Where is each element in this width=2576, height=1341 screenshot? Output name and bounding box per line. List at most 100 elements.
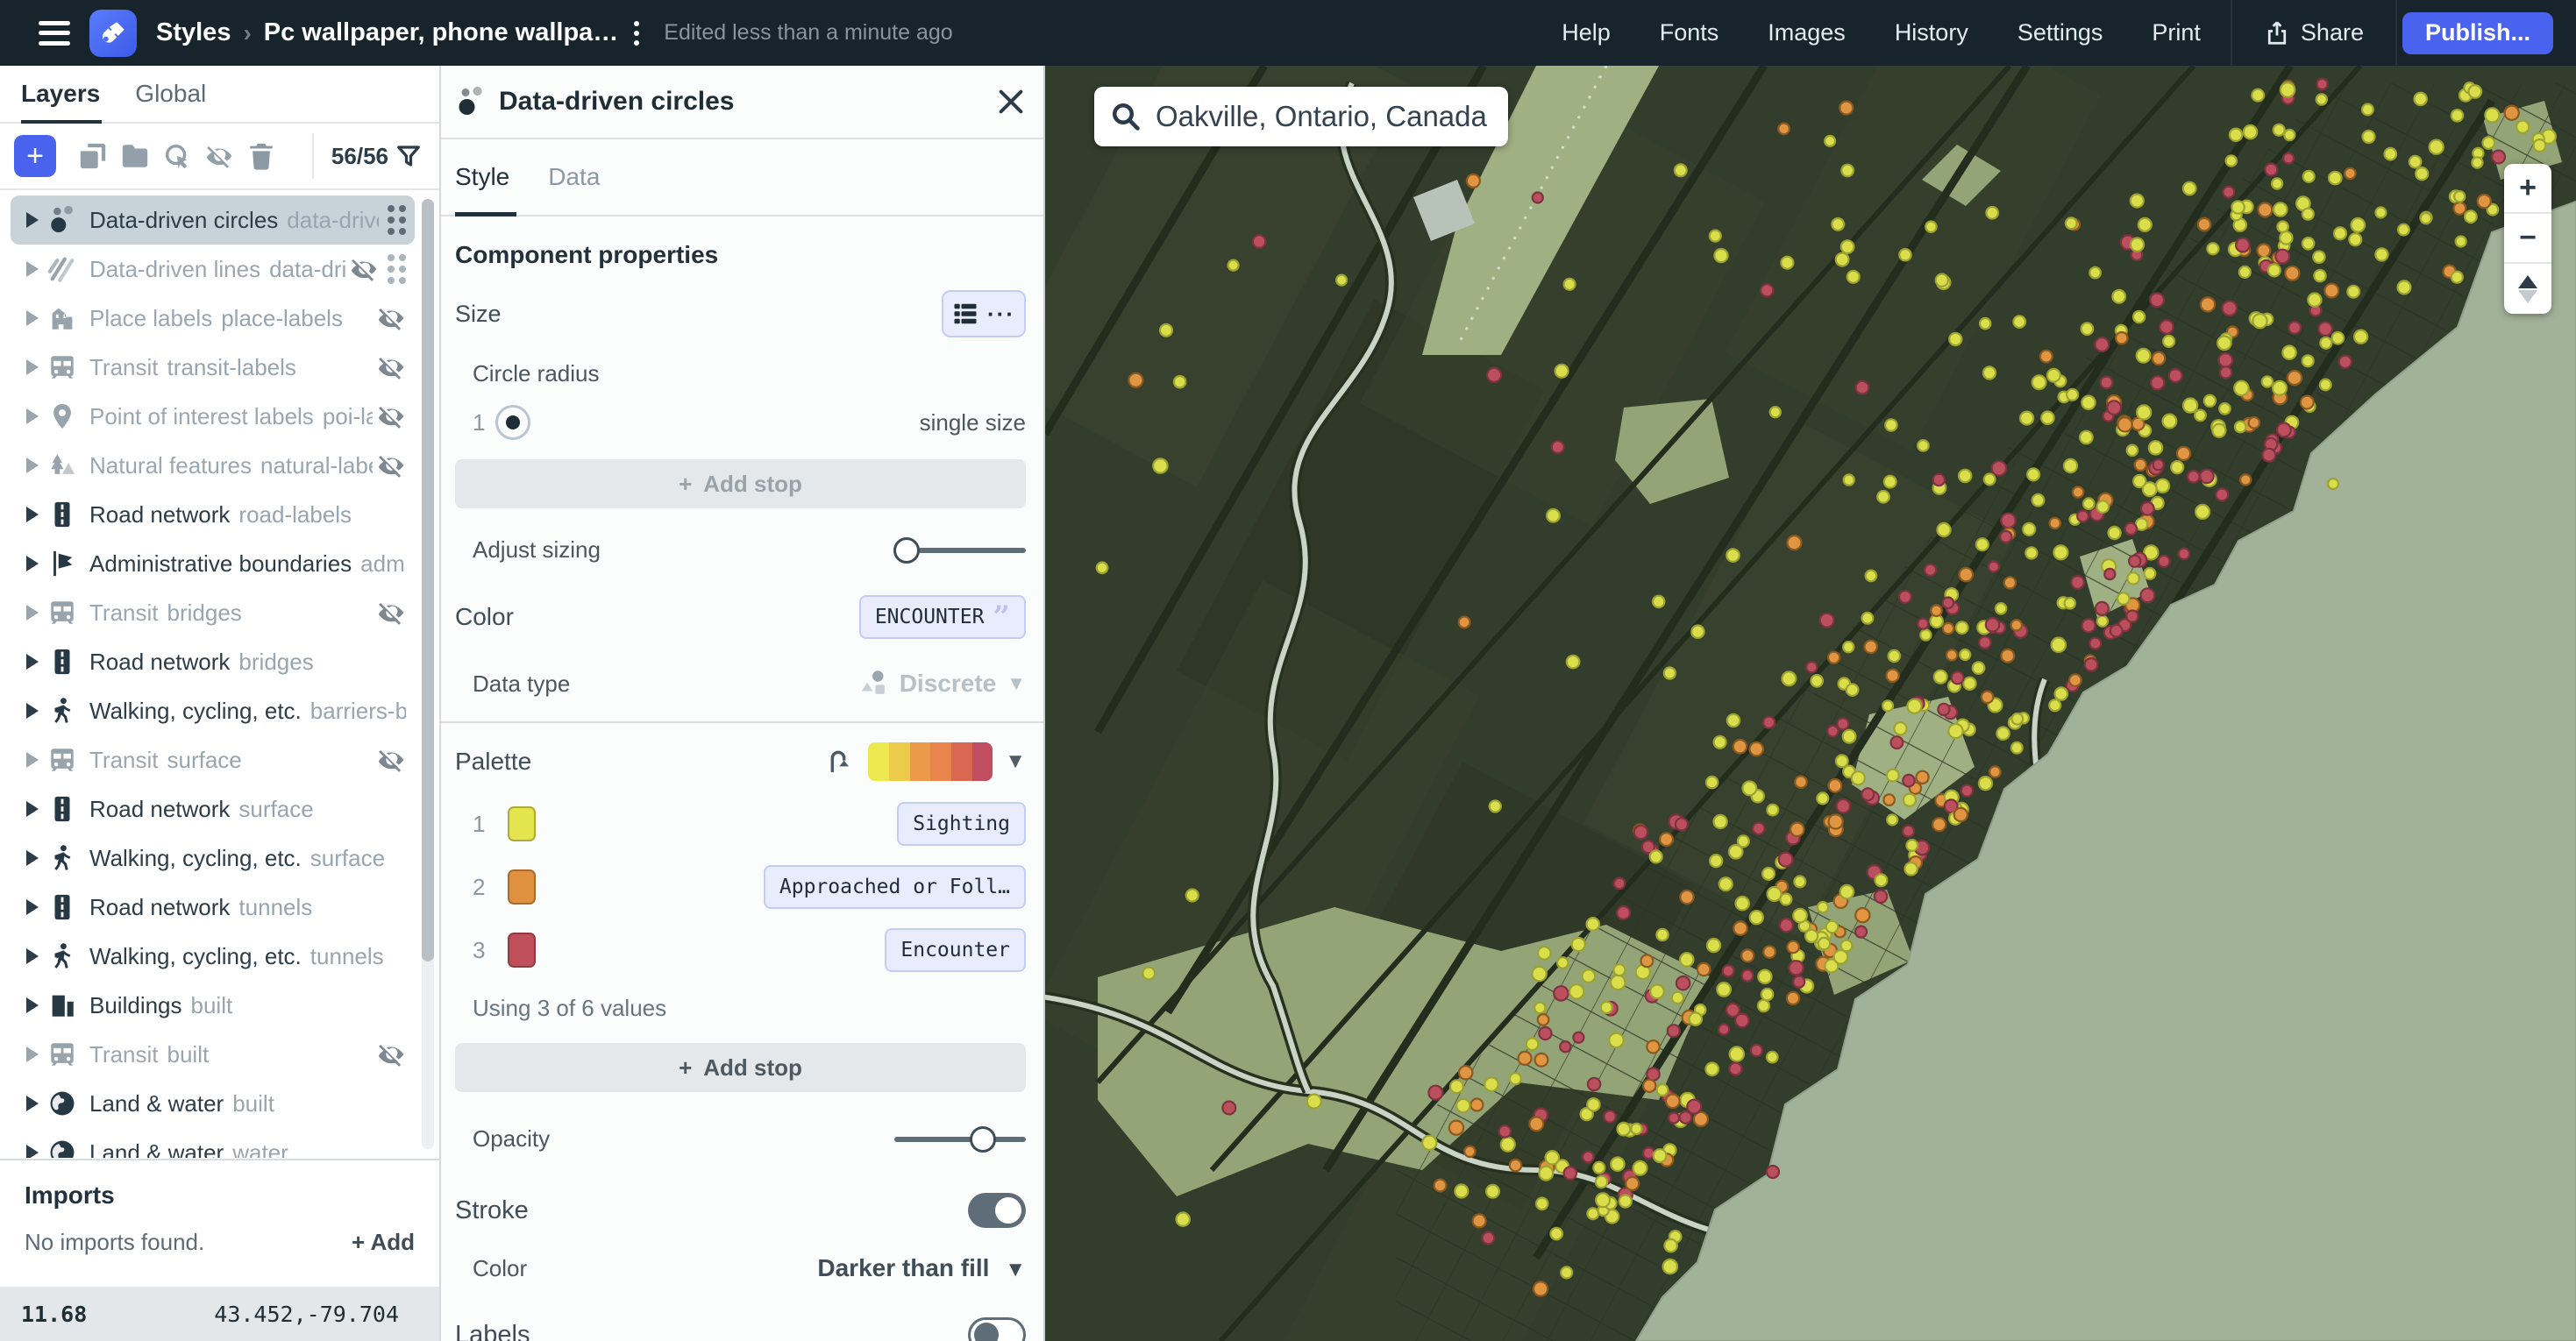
color-field-button[interactable]: ENCOUNTER ” (859, 595, 1026, 639)
layer-row[interactable]: Walking, cycling, etc.surface (11, 834, 415, 883)
layer-row[interactable]: Data-driven linesdata-driven (11, 245, 415, 294)
layer-hidden-icon[interactable] (376, 401, 406, 431)
layer-row[interactable]: Road networksurface (11, 784, 415, 834)
expand-caret-icon[interactable] (26, 212, 39, 228)
map-search-box[interactable]: Oakville, Ontario, Canada (1094, 87, 1508, 146)
expand-caret-icon[interactable] (26, 1096, 39, 1111)
search-input[interactable]: Oakville, Ontario, Canada (1156, 100, 1487, 133)
nav-print[interactable]: Print (2152, 19, 2201, 46)
color-swatch[interactable] (508, 806, 536, 841)
layer-row[interactable]: Walking, cycling, etc.tunnels (11, 932, 415, 981)
layer-row[interactable]: Buildingsbuilt (11, 981, 415, 1030)
layer-hidden-icon[interactable] (376, 598, 406, 628)
layer-row[interactable]: Transitbridges (11, 588, 415, 637)
layers-scrollbar[interactable] (422, 199, 434, 1149)
expand-caret-icon[interactable] (26, 1145, 39, 1158)
palette-dropdown-icon[interactable]: ▼ (1005, 749, 1026, 774)
filter-layers-icon[interactable] (395, 143, 422, 169)
menu-icon[interactable] (39, 21, 70, 46)
layer-hidden-icon[interactable] (376, 451, 406, 480)
expand-caret-icon[interactable] (26, 948, 39, 964)
delete-layer-icon[interactable] (246, 141, 276, 171)
layer-row[interactable]: Road networktunnels (11, 883, 415, 932)
expand-caret-icon[interactable] (26, 261, 39, 277)
opacity-slider[interactable] (894, 1137, 1026, 1142)
expand-caret-icon[interactable] (26, 359, 39, 375)
expand-caret-icon[interactable] (26, 703, 39, 719)
compass-pitch-button[interactable] (2504, 264, 2551, 314)
expand-caret-icon[interactable] (26, 556, 39, 571)
mapbox-logo-icon[interactable] (89, 10, 137, 57)
layer-row[interactable]: Transittransit-labels (11, 343, 415, 392)
map-canvas[interactable]: Oakville, Ontario, Canada + − (1045, 66, 2576, 1341)
drag-handle[interactable] (388, 254, 406, 284)
layer-row[interactable]: Transitbuilt (11, 1030, 415, 1079)
close-icon[interactable] (996, 87, 1026, 117)
expand-caret-icon[interactable] (26, 801, 39, 817)
layer-row[interactable]: Transitsurface (11, 735, 415, 784)
add-layer-button[interactable]: + (14, 135, 56, 177)
tab-layers[interactable]: Layers (21, 80, 100, 108)
layer-hidden-icon[interactable] (376, 352, 406, 382)
layer-hidden-icon[interactable] (376, 745, 406, 775)
hide-layer-icon[interactable] (204, 141, 234, 171)
slider-knob[interactable] (970, 1126, 996, 1153)
layer-row[interactable]: Point of interest labelspoi-labels (11, 392, 415, 441)
category-value-button[interactable]: Approached or Foll… (764, 865, 1026, 909)
group-layers-icon[interactable] (120, 141, 150, 171)
nav-help[interactable]: Help (1562, 19, 1611, 46)
layer-row[interactable]: Land & waterbuilt (11, 1079, 415, 1128)
layer-row[interactable]: Natural featuresnatural-labels (11, 441, 415, 490)
expand-caret-icon[interactable] (26, 310, 39, 326)
expand-caret-icon[interactable] (26, 997, 39, 1013)
layer-row[interactable]: Administrative boundariesadmin (11, 539, 415, 588)
nav-settings[interactable]: Settings (2017, 19, 2103, 46)
layer-hidden-icon[interactable] (376, 1039, 406, 1069)
expand-caret-icon[interactable] (26, 507, 39, 522)
share-button[interactable]: Share (2264, 19, 2364, 46)
stroke-color-dropdown[interactable]: Darker than fill ▼ (817, 1254, 1026, 1282)
add-size-stop-button[interactable]: + Add stop (455, 459, 1026, 508)
zoom-out-button[interactable]: − (2504, 214, 2551, 264)
color-swatch[interactable] (508, 933, 536, 968)
layer-row[interactable]: Road networkbridges (11, 637, 415, 686)
circle-size-stop[interactable] (495, 405, 530, 440)
nav-images[interactable]: Images (1768, 19, 1846, 46)
slider-knob[interactable] (893, 537, 920, 564)
style-options-kebab-icon[interactable] (634, 21, 639, 46)
category-value-button[interactable]: Encounter (885, 928, 1026, 972)
data-type-dropdown[interactable]: Discrete ▼ (859, 669, 1026, 699)
tab-style[interactable]: Style (455, 163, 509, 191)
layer-hidden-icon[interactable] (376, 303, 406, 333)
layer-row[interactable]: Land & waterwater (11, 1128, 415, 1158)
drag-handle[interactable] (388, 205, 406, 235)
category-value-button[interactable]: Sighting (897, 802, 1026, 846)
expand-caret-icon[interactable] (26, 605, 39, 621)
layer-row[interactable]: Walking, cycling, etc.barriers-bridges (11, 686, 415, 735)
reverse-palette-icon[interactable] (824, 748, 852, 776)
adjust-sizing-slider[interactable] (894, 548, 1026, 553)
layer-row[interactable]: Road networkroad-labels (11, 490, 415, 539)
add-import-button[interactable]: + Add (352, 1229, 415, 1256)
publish-button[interactable]: Publish... (2402, 12, 2553, 54)
zoom-in-button[interactable]: + (2504, 164, 2551, 214)
tab-data[interactable]: Data (548, 163, 600, 191)
nav-history[interactable]: History (1895, 19, 1968, 46)
select-layer-icon[interactable] (162, 141, 192, 171)
expand-caret-icon[interactable] (26, 458, 39, 473)
expand-caret-icon[interactable] (26, 1047, 39, 1062)
palette-gradient-button[interactable] (868, 742, 993, 781)
nav-fonts[interactable]: Fonts (1660, 19, 1719, 46)
layer-row[interactable]: Place labelsplace-labels (11, 294, 415, 343)
expand-caret-icon[interactable] (26, 752, 39, 768)
size-mode-button[interactable]: ··· (942, 290, 1026, 337)
expand-caret-icon[interactable] (26, 850, 39, 866)
expand-caret-icon[interactable] (26, 408, 39, 424)
style-name[interactable]: Pc wallpaper, phone wallpa… (264, 18, 619, 47)
breadcrumb-styles-link[interactable]: Styles (156, 18, 231, 47)
tab-global[interactable]: Global (135, 80, 206, 108)
expand-caret-icon[interactable] (26, 899, 39, 915)
layer-hidden-icon[interactable] (349, 254, 379, 284)
add-color-stop-button[interactable]: + Add stop (455, 1043, 1026, 1092)
layer-row[interactable]: Data-driven circlesdata-driven-ci (11, 195, 415, 245)
